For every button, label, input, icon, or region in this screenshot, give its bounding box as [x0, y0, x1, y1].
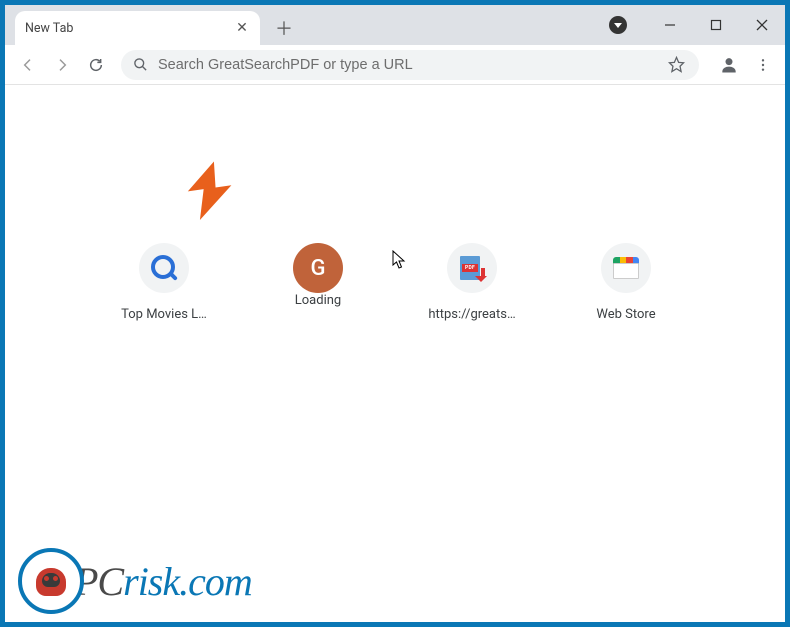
callout-arrow-icon	[184, 160, 240, 222]
shortcut-label: Web Store	[596, 307, 655, 322]
address-bar[interactable]	[121, 50, 699, 80]
kebab-menu-icon[interactable]	[749, 51, 777, 79]
pdf-download-icon: PDF	[447, 243, 497, 293]
new-tab-button[interactable]: ＋	[270, 14, 298, 42]
shortcut-greatsearch[interactable]: PDF https://greats…	[417, 243, 527, 322]
search-icon	[133, 57, 148, 72]
browser-window: New Tab ✕ ＋	[5, 5, 785, 622]
extension-badge-icon[interactable]	[609, 16, 627, 34]
close-icon[interactable]: ✕	[234, 20, 250, 36]
shortcut-label: https://greats…	[428, 307, 515, 322]
watermark: PCrisk.com	[18, 548, 252, 614]
shortcut-loading[interactable]: G Loading	[263, 243, 373, 322]
minimize-button[interactable]	[647, 5, 693, 45]
titlebar: New Tab ✕ ＋	[5, 5, 785, 45]
profile-button[interactable]	[715, 51, 743, 79]
watermark-text: PCrisk.com	[74, 558, 252, 605]
address-input[interactable]	[158, 57, 665, 73]
web-store-icon	[601, 243, 651, 293]
shortcut-label: Loading	[295, 293, 341, 308]
window-controls	[609, 5, 785, 45]
toolbar	[5, 45, 785, 85]
shortcut-grid: Top Movies L… G Loading PDF https://grea…	[5, 243, 785, 322]
maximize-button[interactable]	[693, 5, 739, 45]
tab-title: New Tab	[25, 21, 234, 36]
shortcut-label: Top Movies L…	[121, 307, 207, 322]
page-content: Top Movies L… G Loading PDF https://grea…	[5, 85, 785, 622]
close-window-button[interactable]	[739, 5, 785, 45]
letter-g-icon: G	[293, 243, 343, 293]
bookmark-star-icon[interactable]	[665, 56, 687, 73]
back-button[interactable]	[13, 50, 43, 80]
tab-active[interactable]: New Tab ✕	[15, 11, 260, 45]
watermark-bug-icon	[18, 548, 84, 614]
reload-button[interactable]	[81, 50, 111, 80]
shortcut-top-movies[interactable]: Top Movies L…	[109, 243, 219, 322]
shortcut-web-store[interactable]: Web Store	[571, 243, 681, 322]
forward-button[interactable]	[47, 50, 77, 80]
magnify-icon	[139, 243, 189, 293]
